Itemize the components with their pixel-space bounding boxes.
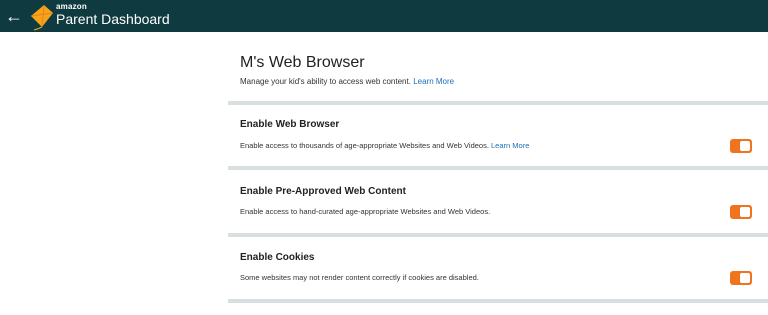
toggle-knob — [740, 141, 750, 151]
toggle-knob — [740, 207, 750, 217]
divider — [228, 101, 768, 105]
divider — [228, 299, 768, 303]
back-arrow-icon[interactable]: ← — [4, 5, 24, 27]
toggle-cookies[interactable] — [730, 271, 752, 285]
toggle-pre-approved[interactable] — [730, 205, 752, 219]
page-description: Manage your kid's ability to access web … — [240, 77, 454, 87]
brand-amazon: amazon — [56, 2, 87, 11]
divider — [228, 166, 768, 170]
divider — [228, 233, 768, 237]
setting-title-cookies: Enable Cookies — [240, 252, 315, 263]
learn-more-link-web-browser[interactable]: Learn More — [491, 141, 529, 150]
setting-description-text: Enable access to thousands of age-approp… — [240, 141, 489, 150]
setting-title-pre-approved: Enable Pre-Approved Web Content — [240, 186, 406, 197]
kite-logo-icon — [30, 4, 54, 31]
toggle-knob — [740, 273, 750, 283]
learn-more-link[interactable]: Learn More — [413, 77, 454, 86]
page-description-text: Manage your kid's ability to access web … — [240, 77, 411, 86]
page-title: M's Web Browser — [240, 54, 365, 71]
setting-description-cookies: Some websites may not render content cor… — [240, 273, 479, 282]
setting-title-web-browser: Enable Web Browser — [240, 119, 340, 130]
toggle-web-browser[interactable] — [730, 139, 752, 153]
brand-title: Parent Dashboard — [56, 11, 170, 27]
setting-description-pre-approved: Enable access to hand-curated age-approp… — [240, 207, 491, 216]
top-bar: ← amazon Parent Dashboard — [0, 0, 768, 32]
setting-description-web-browser: Enable access to thousands of age-approp… — [240, 141, 529, 151]
